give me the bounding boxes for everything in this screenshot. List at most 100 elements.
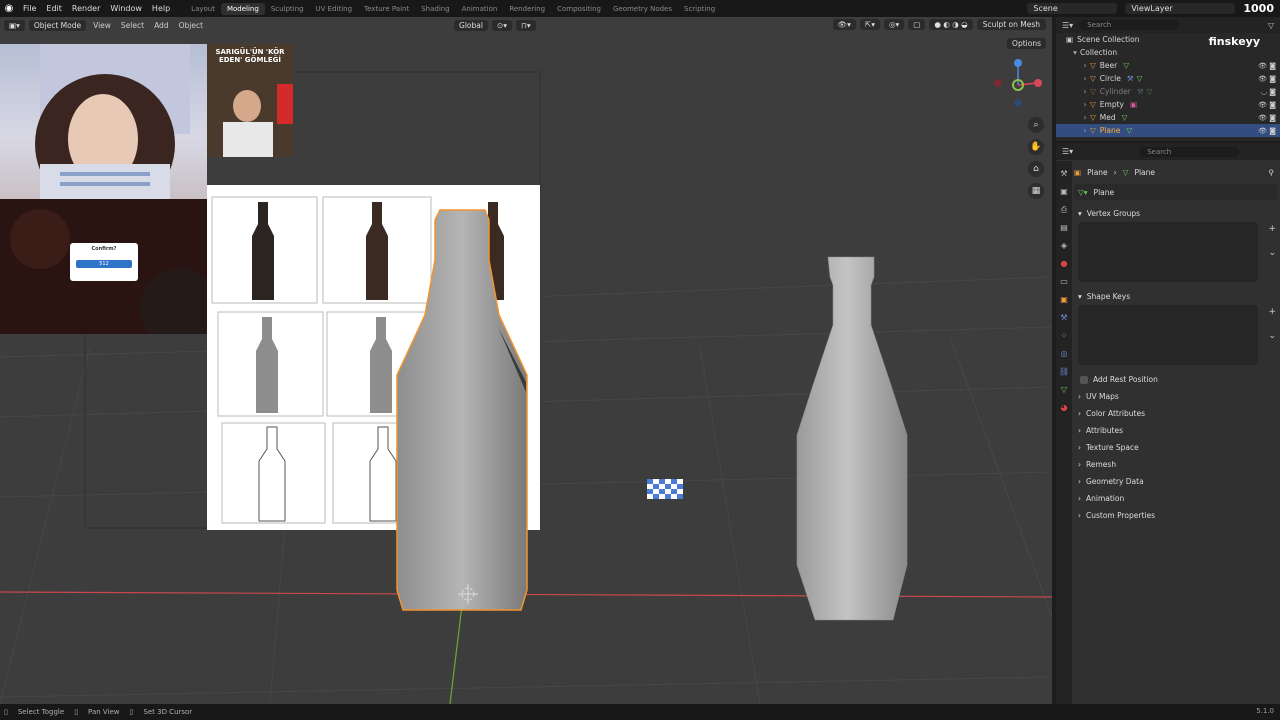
output-tab-icon[interactable]: ⎙ bbox=[1058, 205, 1070, 215]
panel-vertex-groups[interactable]: ▾ Vertex Groups bbox=[1074, 205, 1278, 222]
menu-render[interactable]: Render bbox=[67, 4, 105, 13]
menu-file[interactable]: File bbox=[18, 4, 41, 13]
shading-mode-icon[interactable]: ● ◐ ◑ ◒ bbox=[929, 19, 973, 30]
visibility-eye-icon[interactable]: 👁 ◙ bbox=[1258, 127, 1276, 135]
panel-remesh[interactable]: › Remesh bbox=[1074, 456, 1278, 473]
tab-sculpting[interactable]: Sculpting bbox=[265, 5, 310, 13]
mode-selector[interactable]: Object Mode bbox=[28, 20, 87, 31]
visibility-eye-icon[interactable]: 👁 ◙ bbox=[1258, 75, 1276, 83]
menu-edit[interactable]: Edit bbox=[41, 4, 67, 13]
dropdown-icon[interactable]: ⌄ bbox=[1268, 331, 1276, 341]
outliner-search[interactable]: Search bbox=[1079, 20, 1180, 30]
scene-collection-row[interactable]: ▣ Scene Collection finskeyy bbox=[1056, 33, 1280, 48]
outliner-item-med[interactable]: › ▽ Med ▽ 👁 ◙ bbox=[1056, 111, 1280, 124]
vertex-groups-list[interactable]: + ⌄ bbox=[1078, 222, 1276, 282]
panel-texture-space[interactable]: › Texture Space bbox=[1074, 439, 1278, 456]
mesh-data-tab-icon[interactable]: ▽ bbox=[1058, 385, 1070, 395]
menu-object[interactable]: Object bbox=[176, 21, 206, 30]
add-rest-position-row[interactable]: Add Rest Position bbox=[1074, 371, 1278, 388]
view-layer-field[interactable]: ViewLayer bbox=[1125, 3, 1236, 14]
sculpt-on-mesh-button[interactable]: Sculpt on Mesh bbox=[976, 19, 1046, 30]
panel-attributes[interactable]: › Attributes bbox=[1074, 422, 1278, 439]
expand-icon[interactable]: › bbox=[1080, 126, 1090, 135]
tab-scripting[interactable]: Scripting bbox=[678, 5, 721, 13]
orientation-selector[interactable]: Global bbox=[454, 20, 488, 31]
tab-rendering[interactable]: Rendering bbox=[503, 5, 551, 13]
outliner-item-beer[interactable]: › ▽ Beer ▽ 👁 ◙ bbox=[1056, 59, 1280, 72]
snap-icon[interactable]: ⊓▾ bbox=[516, 20, 536, 31]
physics-tab-icon[interactable]: ◎ bbox=[1058, 349, 1070, 359]
tab-animation[interactable]: Animation bbox=[456, 5, 504, 13]
panel-shape-keys[interactable]: ▾ Shape Keys bbox=[1074, 288, 1278, 305]
panel-geometry-data[interactable]: › Geometry Data bbox=[1074, 473, 1278, 490]
tab-uv-editing[interactable]: UV Editing bbox=[310, 5, 359, 13]
constraints-tab-icon[interactable]: ⛓ bbox=[1058, 367, 1070, 377]
expand-icon[interactable]: › bbox=[1080, 61, 1090, 70]
pin-icon[interactable]: ⚲ bbox=[1269, 168, 1275, 177]
panel-color-attributes[interactable]: › Color Attributes bbox=[1074, 405, 1278, 422]
outliner-item-plane[interactable]: › ▽ Plane ▽ 👁 ◙ bbox=[1056, 124, 1280, 137]
dropdown-icon[interactable]: ⌄ bbox=[1268, 248, 1276, 258]
particles-tab-icon[interactable]: ⁘ bbox=[1058, 331, 1070, 341]
collection-tab-icon[interactable]: ▭ bbox=[1058, 277, 1070, 287]
outliner-item-empty[interactable]: › ▽ Empty ▣ 👁 ◙ bbox=[1056, 98, 1280, 111]
shape-keys-list[interactable]: + ⌄ bbox=[1078, 305, 1276, 365]
filter-icon[interactable]: ▽ bbox=[1268, 21, 1274, 30]
expand-icon[interactable]: › bbox=[1080, 100, 1090, 109]
tab-shading[interactable]: Shading bbox=[415, 5, 455, 13]
panel-uv-maps[interactable]: › UV Maps bbox=[1074, 388, 1278, 405]
zoom-icon[interactable]: ⌕ bbox=[1028, 117, 1044, 133]
menu-help[interactable]: Help bbox=[147, 4, 175, 13]
material-tab-icon[interactable]: ◕ bbox=[1058, 403, 1070, 413]
scene-field[interactable]: Scene bbox=[1027, 3, 1118, 14]
camera-icon[interactable]: ⌂ bbox=[1028, 161, 1044, 177]
expand-icon[interactable]: ▾ bbox=[1070, 48, 1080, 57]
editor-type-button[interactable]: ▣▾ bbox=[4, 20, 25, 31]
outliner-item-cylinder[interactable]: › ▽ Cylinder ⚒ ▽ ◡ ◙ bbox=[1056, 85, 1280, 98]
menu-window[interactable]: Window bbox=[105, 4, 147, 13]
visibility-eye-icon[interactable]: 👁 ◙ bbox=[1258, 114, 1276, 122]
outliner-item-circle[interactable]: › ▽ Circle ⚒ ▽ 👁 ◙ bbox=[1056, 72, 1280, 85]
hidden-eye-icon[interactable]: ◡ ◙ bbox=[1261, 88, 1276, 96]
add-icon[interactable]: + bbox=[1268, 224, 1276, 234]
tab-texture-paint[interactable]: Texture Paint bbox=[358, 5, 415, 13]
tool-tab-icon[interactable]: ⚒ bbox=[1058, 169, 1070, 179]
visibility-icon[interactable]: 👁▾ bbox=[832, 19, 856, 30]
add-icon[interactable]: + bbox=[1268, 307, 1276, 317]
render-tab-icon[interactable]: ▣ bbox=[1058, 187, 1070, 197]
expand-icon[interactable]: › bbox=[1080, 74, 1090, 83]
add-rest-position-checkbox[interactable] bbox=[1080, 375, 1088, 384]
tab-layout[interactable]: Layout bbox=[185, 5, 221, 13]
menu-select[interactable]: Select bbox=[118, 21, 147, 30]
collection-row[interactable]: ▾ Collection bbox=[1056, 46, 1280, 59]
properties-editor-icon[interactable]: ☰▾ bbox=[1062, 147, 1073, 156]
panel-animation[interactable]: › Animation bbox=[1074, 490, 1278, 507]
gizmo-icon[interactable]: ⇱▾ bbox=[859, 19, 880, 30]
world-tab-icon[interactable]: ● bbox=[1058, 259, 1070, 269]
xray-icon[interactable]: ▢ bbox=[908, 19, 926, 30]
tab-compositing[interactable]: Compositing bbox=[551, 5, 607, 13]
visibility-eye-icon[interactable]: 👁 ◙ bbox=[1258, 62, 1276, 70]
properties-search[interactable]: Search bbox=[1139, 146, 1240, 157]
panel-custom-properties[interactable]: › Custom Properties bbox=[1074, 507, 1278, 524]
grid-view-icon[interactable]: ▦ bbox=[1028, 183, 1044, 199]
modifier-tab-icon[interactable]: ⚒ bbox=[1058, 313, 1070, 323]
menu-view[interactable]: View bbox=[90, 21, 114, 30]
overlay-icon[interactable]: ◎▾ bbox=[883, 19, 905, 30]
menu-add[interactable]: Add bbox=[151, 21, 172, 30]
object-tab-icon[interactable]: ▣ bbox=[1058, 295, 1070, 305]
expand-icon[interactable]: › bbox=[1080, 113, 1090, 122]
3d-viewport[interactable]: ▣▾ Object Mode View Select Add Object Gl… bbox=[0, 17, 1052, 704]
blender-logo-icon[interactable]: ◉ bbox=[0, 3, 18, 14]
outliner-editor-icon[interactable]: ☰▾ bbox=[1062, 21, 1073, 30]
pan-hand-icon[interactable]: ✋ bbox=[1028, 139, 1044, 155]
scene-tab-icon[interactable]: ◈ bbox=[1058, 241, 1070, 251]
view-layer-tab-icon[interactable]: ▤ bbox=[1058, 223, 1070, 233]
tab-geometry-nodes[interactable]: Geometry Nodes bbox=[607, 5, 678, 13]
pivot-icon[interactable]: ⊙▾ bbox=[491, 20, 513, 31]
visibility-eye-icon[interactable]: 👁 ◙ bbox=[1258, 101, 1276, 109]
mesh-name-field[interactable]: ▽▾ Plane bbox=[1074, 184, 1278, 200]
options-dropdown[interactable]: Options bbox=[1007, 38, 1046, 49]
expand-icon[interactable]: › bbox=[1080, 87, 1090, 96]
tab-modeling[interactable]: Modeling bbox=[220, 2, 265, 15]
